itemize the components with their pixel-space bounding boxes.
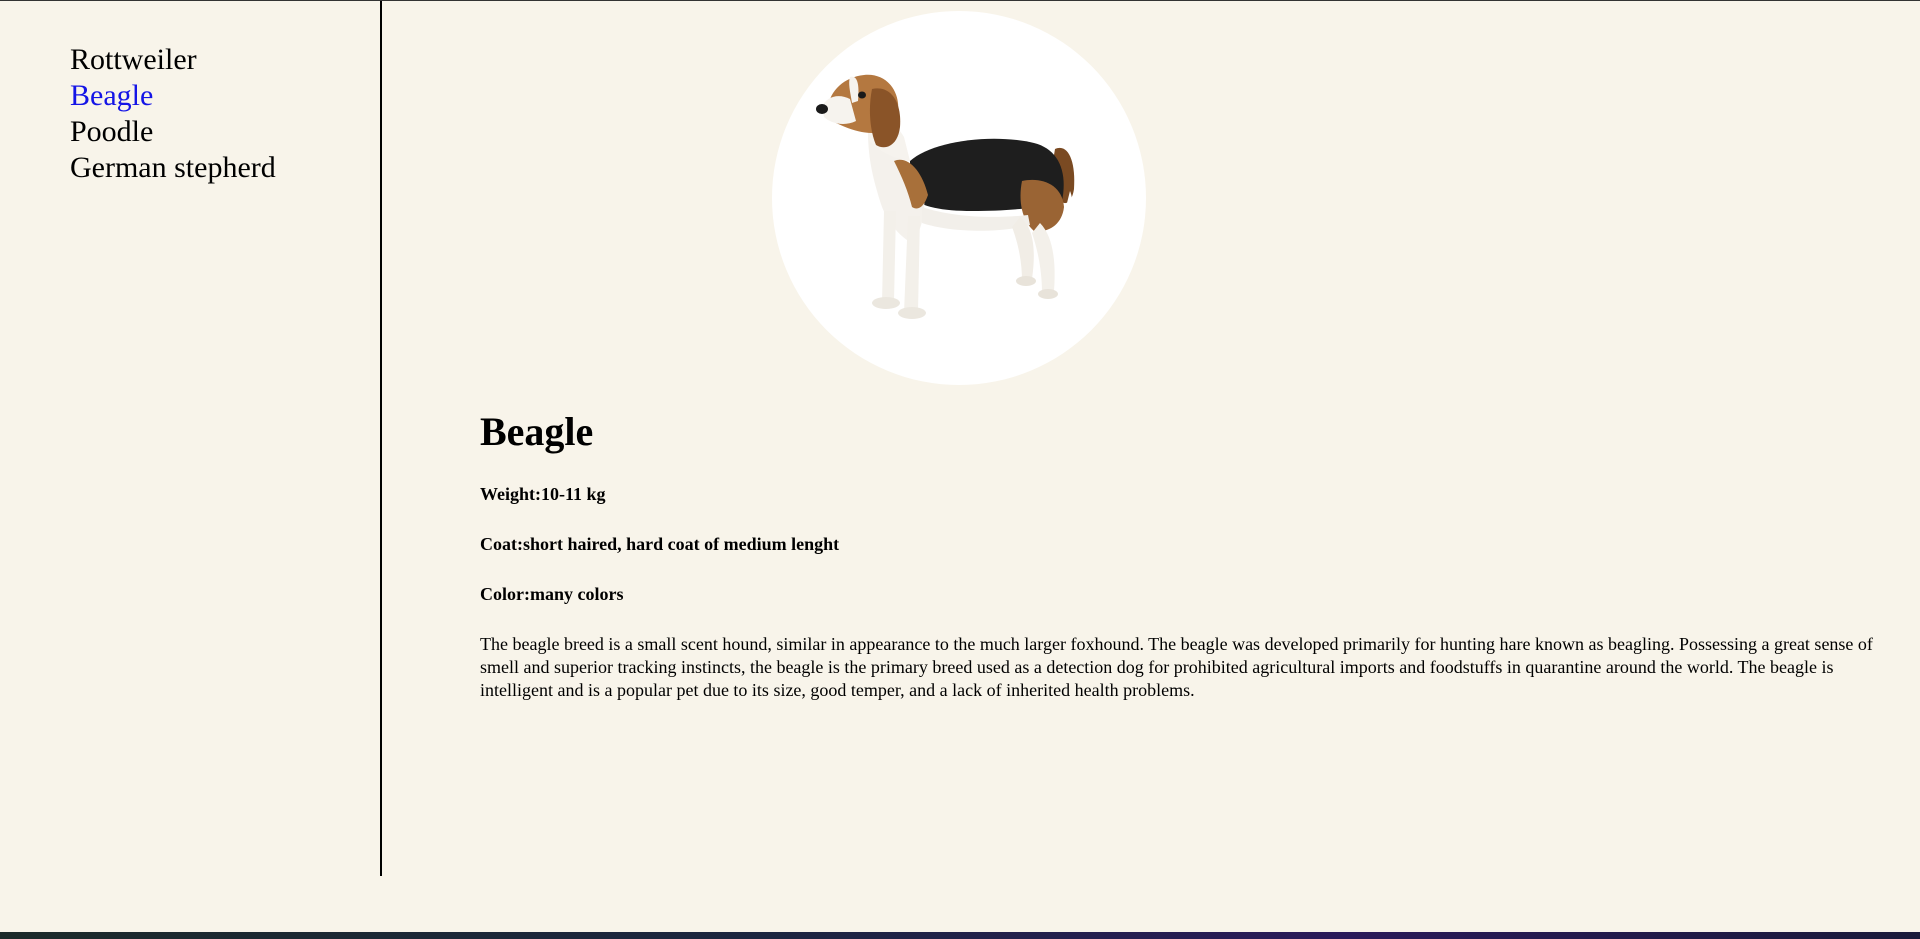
nav-link-poodle[interactable]: Poodle [70,115,153,148]
main-content: Beagle Weight:10-11 kg Coat:short haired… [382,1,1920,876]
nav-link-german-shepherd[interactable]: German stepherd [70,151,276,184]
nav-item-poodle[interactable]: Poodle [70,114,276,150]
nav-link-beagle[interactable]: Beagle [70,79,153,112]
sidebar: Rottweiler Beagle Poodle German stepherd [0,1,382,876]
nav-item-german-shepherd[interactable]: German stepherd [70,150,276,186]
breed-description: The beagle breed is a small scent hound,… [480,634,1873,700]
breed-details: Beagle Weight:10-11 kg Coat:short haired… [480,409,1900,702]
breed-nav-list: Rottweiler Beagle Poodle German stepherd [70,42,276,186]
beagle-photo [772,11,1146,385]
nav-link-rottweiler[interactable]: Rottweiler [70,43,197,76]
nav-item-beagle[interactable]: Beagle [70,78,276,114]
taskbar-edge [0,932,1920,939]
breed-coat: Coat:short haired, hard coat of medium l… [480,534,840,554]
beagle-illustration [816,74,1075,319]
breed-color: Color:many colors [480,584,624,604]
breed-title: Beagle [480,409,594,454]
breed-weight: Weight:10-11 kg [480,484,606,504]
nav-item-rottweiler[interactable]: Rottweiler [70,42,276,78]
